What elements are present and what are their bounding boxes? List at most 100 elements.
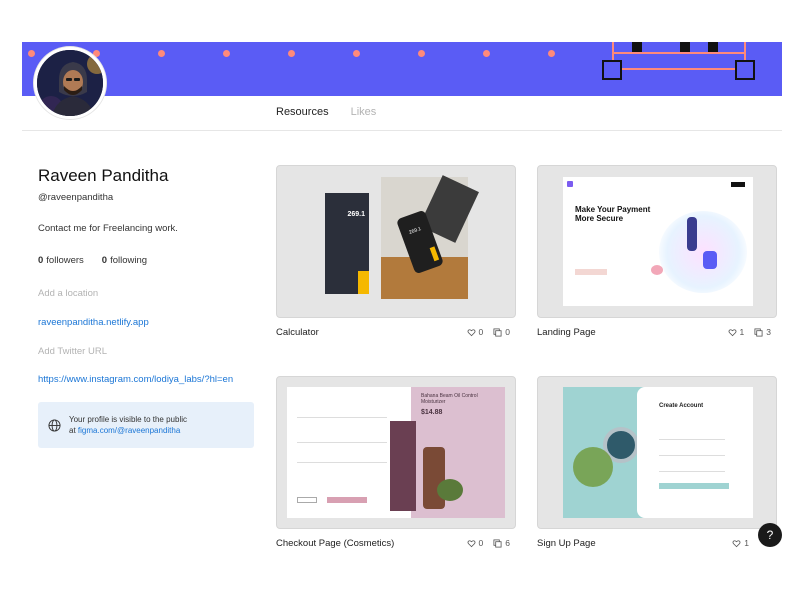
calculator-photo: 269.1 [381, 175, 479, 299]
like-counter[interactable]: 1 [732, 538, 749, 548]
profile-visibility-notice: Your profile is visible to the public at… [38, 402, 254, 448]
card-meta: 0 0 [467, 327, 510, 337]
duplicate-counter[interactable]: 3 [754, 327, 771, 337]
banner-dot [158, 50, 165, 57]
checkout-preview: Bahana Beam Oil Control Moisturizer $14.… [287, 387, 505, 518]
help-button[interactable]: ? [758, 523, 782, 547]
piggy-bank [651, 265, 663, 275]
duplicate-counter[interactable]: 6 [493, 538, 510, 548]
card-thumbnail[interactable]: Make Your Payment More Secure [537, 165, 777, 318]
create-button [659, 483, 729, 489]
banner-dot [483, 50, 490, 57]
product-name: Bahana Beam Oil Control Moisturizer [421, 393, 478, 405]
banner-dot [353, 50, 360, 57]
like-counter[interactable]: 0 [467, 538, 484, 548]
card-title[interactable]: Checkout Page (Cosmetics) [276, 538, 394, 549]
banner-dot [288, 50, 295, 57]
duplicate-icon [493, 538, 502, 548]
following-stat[interactable]: 0 following [102, 255, 147, 266]
visibility-text: Your profile is visible to the public at… [69, 414, 187, 436]
card-thumbnail[interactable]: 269.1 269.1 [276, 165, 516, 318]
website-link[interactable]: raveenpanditha.netlify.app [38, 317, 149, 328]
followers-label: followers [46, 255, 84, 266]
profile-url-link[interactable]: figma.com/@raveenpanditha [78, 426, 180, 435]
banner-line [612, 52, 746, 54]
card-meta: 0 6 [467, 538, 510, 548]
card-thumbnail[interactable]: Bahana Beam Oil Control Moisturizer $14.… [276, 376, 516, 529]
duplicate-icon [493, 327, 502, 337]
cta-button [575, 269, 607, 275]
signup-title: Create Account [659, 403, 704, 409]
duplicate-count: 0 [505, 327, 510, 337]
back-button [297, 497, 317, 503]
product-box [390, 421, 416, 511]
banner-square [602, 60, 622, 80]
nav-button [731, 182, 745, 187]
calculator-screen: 269.1 [325, 193, 369, 294]
next-button [327, 497, 367, 503]
landing-headline: Make Your Payment More Secure [575, 205, 651, 223]
resource-card-landing-page[interactable]: Make Your Payment More Secure Landing Pa… [537, 165, 777, 338]
tabs-divider [22, 130, 782, 131]
banner-dot [28, 50, 35, 57]
profile-name: Raveen Panditha [38, 166, 169, 185]
banner-square [735, 60, 755, 80]
banner-dot [223, 50, 230, 57]
avatar [34, 47, 106, 119]
avatar-image [37, 50, 103, 116]
duplicate-counter[interactable]: 0 [493, 327, 510, 337]
logo-icon [567, 181, 573, 187]
profile-stats: 0 followers 0 following [38, 255, 147, 266]
instagram-link[interactable]: https://www.instagram.com/lodiya_labs/?h… [38, 374, 233, 385]
like-count: 1 [744, 538, 749, 548]
banner-block [632, 42, 642, 52]
shield-shape [703, 251, 717, 269]
banner-dot [418, 50, 425, 57]
banner-dot [548, 50, 555, 57]
resource-card-calculator[interactable]: 269.1 269.1 Calculator 0 0 [276, 165, 516, 338]
like-counter[interactable]: 1 [728, 327, 745, 337]
signup-preview: Create Account [563, 387, 753, 518]
card-meta: 1 [732, 538, 749, 548]
profile-bio: Contact me for Freelancing work. [38, 223, 178, 234]
followers-stat[interactable]: 0 followers [38, 255, 84, 266]
resource-card-checkout-page[interactable]: Bahana Beam Oil Control Moisturizer $14.… [276, 376, 516, 549]
add-location-link[interactable]: Add a location [38, 288, 98, 299]
card-title[interactable]: Sign Up Page [537, 538, 596, 549]
form-line [297, 417, 387, 418]
following-label: following [110, 255, 148, 266]
following-count: 0 [101, 255, 108, 266]
heart-icon [728, 328, 736, 336]
like-count: 0 [478, 327, 484, 337]
form-line [659, 471, 725, 472]
like-count: 1 [739, 327, 745, 337]
add-twitter-link[interactable]: Add Twitter URL [38, 346, 107, 357]
globe-icon [48, 418, 61, 432]
like-count: 0 [478, 538, 484, 548]
followers-count: 0 [38, 255, 44, 266]
card-title[interactable]: Calculator [276, 327, 319, 338]
form-line [297, 442, 387, 443]
heart-icon [467, 328, 475, 336]
like-counter[interactable]: 0 [467, 327, 484, 337]
form-line [297, 462, 387, 463]
card-thumbnail[interactable]: Create Account [537, 376, 777, 529]
banner-line [622, 68, 736, 70]
duplicate-count: 3 [766, 327, 771, 337]
tab-resources[interactable]: Resources [276, 106, 329, 118]
duplicate-count: 6 [505, 538, 510, 548]
signup-form: Create Account [637, 387, 753, 518]
plant-shape [573, 447, 613, 487]
calculator-display: 269.1 [347, 211, 365, 218]
phone-display: 269.1 [408, 226, 423, 236]
visibility-at: at [69, 426, 76, 435]
card-meta: 1 3 [728, 327, 771, 337]
phone-key [429, 246, 440, 262]
tab-likes[interactable]: Likes [351, 106, 377, 118]
visibility-line: Your profile is visible to the public [69, 415, 187, 424]
duplicate-icon [754, 327, 763, 337]
card-title[interactable]: Landing Page [537, 327, 596, 338]
profile-tabs: Resources Likes [276, 106, 376, 118]
banner-block [708, 42, 718, 52]
resource-card-sign-up-page[interactable]: Create Account Sign Up Page 1 [537, 376, 777, 549]
